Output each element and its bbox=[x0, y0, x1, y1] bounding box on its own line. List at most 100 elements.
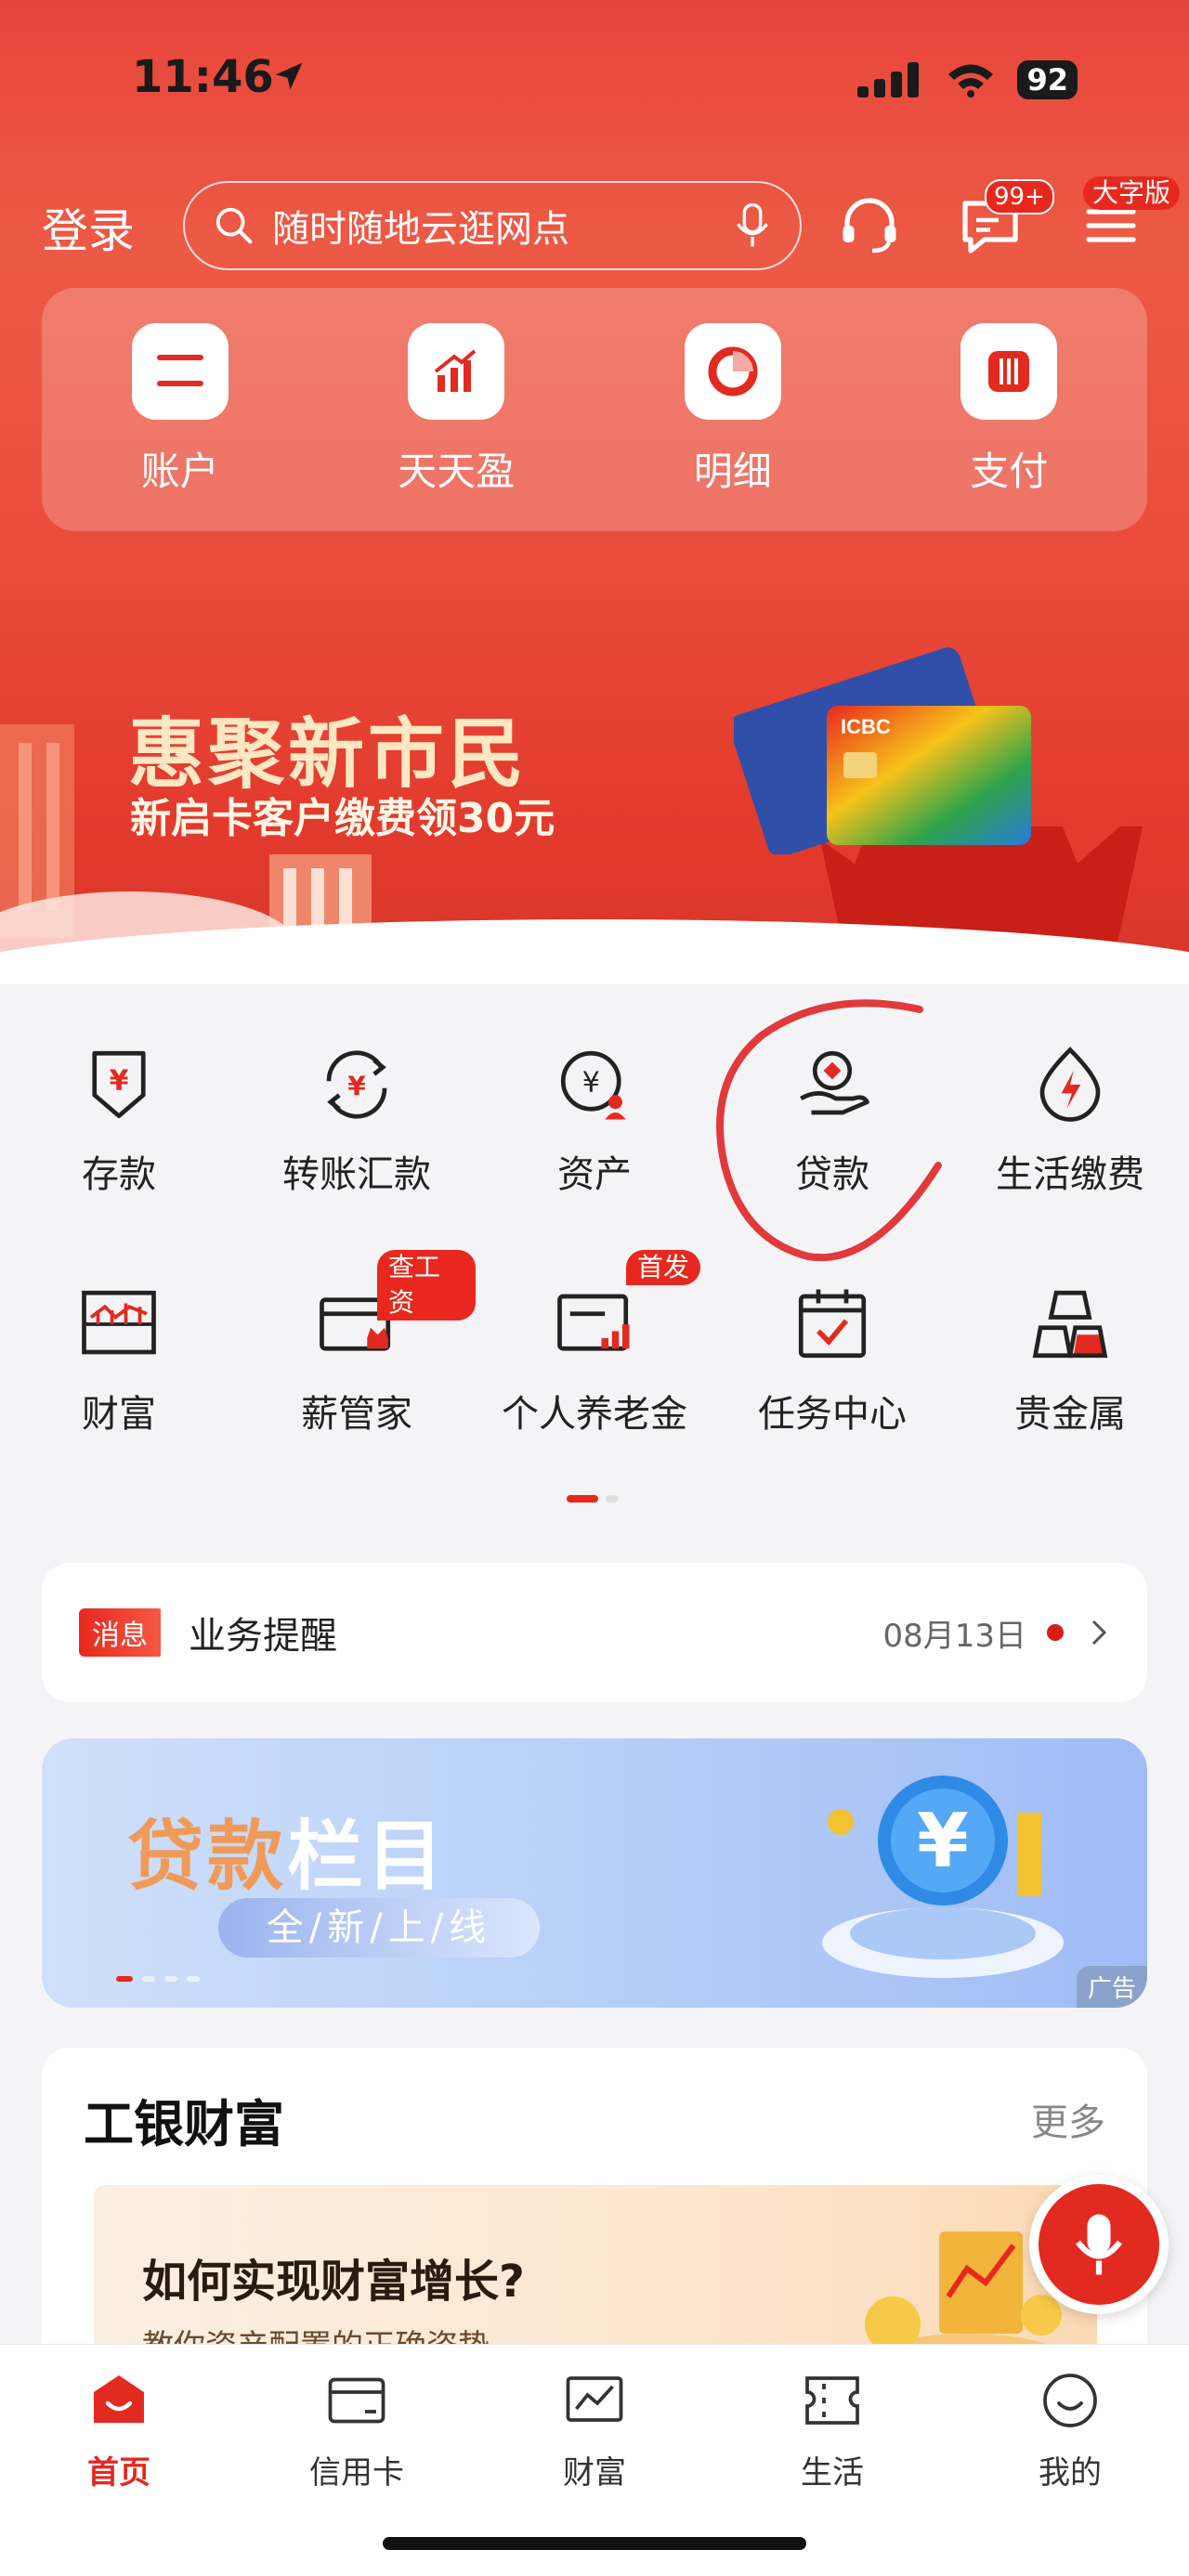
large-font-mode-badge[interactable]: 大字版 bbox=[1082, 176, 1180, 210]
salary-tag-badge: 查工资 bbox=[377, 1250, 476, 1321]
wealth-more-link[interactable]: 更多 bbox=[1031, 2092, 1105, 2146]
menu-salary[interactable]: 查工资 薪管家 bbox=[238, 1250, 476, 1501]
deposit-icon: ¥ bbox=[72, 1038, 165, 1131]
menu-transfer-label: 转账汇款 bbox=[282, 1153, 431, 1196]
transfer-icon: ¥ bbox=[310, 1038, 403, 1131]
smiley-profile-icon bbox=[1035, 2365, 1105, 2436]
svg-text:¥: ¥ bbox=[582, 1067, 600, 1099]
yen-coin-hand-illustration: ¥ bbox=[822, 1776, 1064, 1978]
credit-cards-illustration: ICBC bbox=[734, 647, 1031, 854]
menu-assets[interactable]: ¥ 资产 bbox=[476, 1021, 713, 1261]
account-card-icon bbox=[131, 323, 229, 420]
service-row-2: 财富 查工资 薪管家 首发 个人养老金 任务中心 贵金属 bbox=[0, 1250, 1189, 1501]
cellular-signal-icon bbox=[857, 62, 920, 98]
payment-icon bbox=[960, 323, 1058, 420]
tab-life-label: 生活 bbox=[801, 2454, 864, 2491]
quick-actions-panel: 账户 天天盈 明细 支付 bbox=[42, 288, 1147, 531]
ad-title-part-a: 贷款 bbox=[127, 1813, 288, 1901]
wealth-card-title: 如何实现财富增长? bbox=[142, 2256, 525, 2308]
home-indicator bbox=[383, 2537, 806, 2550]
ad-title-part-b: 栏目 bbox=[287, 1813, 448, 1901]
menu-transfer[interactable]: ¥ 转账汇款 bbox=[238, 1021, 476, 1261]
menu-pension-label: 个人养老金 bbox=[502, 1393, 687, 1436]
ad-carousel-dots bbox=[116, 1976, 200, 1982]
wifi-icon bbox=[948, 64, 994, 98]
wealth-section-title: 工银财富 bbox=[84, 2095, 284, 2153]
menu-utility-label: 生活缴费 bbox=[996, 1153, 1144, 1196]
pension-icon bbox=[548, 1278, 641, 1371]
menu-wealth[interactable]: 财富 bbox=[0, 1261, 238, 1501]
status-bar: 11:46 92 bbox=[0, 51, 1189, 116]
ad-dot bbox=[142, 1976, 155, 1982]
tab-wealth-label: 财富 bbox=[563, 2454, 626, 2491]
menu-precious-metals-label: 贵金属 bbox=[1014, 1393, 1126, 1436]
quick-pay-label: 支付 bbox=[970, 449, 1049, 494]
service-row-1: ¥ 存款 ¥ 转账汇款 ¥ 资产 贷款 生活缴费 bbox=[0, 1021, 1189, 1261]
tab-mine[interactable]: 我的 bbox=[951, 2345, 1189, 2576]
tab-credit-card-label: 信用卡 bbox=[309, 2454, 404, 2491]
microphone-icon bbox=[1039, 2184, 1159, 2305]
status-time: 11:46 bbox=[132, 51, 274, 103]
menu-utility[interactable]: 生活缴费 bbox=[951, 1021, 1189, 1261]
quick-account-label: 账户 bbox=[140, 449, 219, 494]
battery-level: 92 bbox=[1017, 60, 1078, 99]
service-menu-grid: ¥ 存款 ¥ 转账汇款 ¥ 资产 贷款 生活缴费 财富 查工资 薪管家 首发 个… bbox=[0, 1021, 1189, 1501]
message-tag: 消息 bbox=[79, 1608, 161, 1657]
tab-home-label: 首页 bbox=[87, 2454, 150, 2491]
menu-deposit[interactable]: ¥ 存款 bbox=[0, 1021, 238, 1261]
menu-salary-label: 薪管家 bbox=[301, 1393, 412, 1436]
location-arrow-icon bbox=[275, 62, 303, 90]
quick-account[interactable]: 账户 bbox=[87, 323, 273, 497]
quick-tiantianying-label: 天天盈 bbox=[398, 449, 516, 494]
business-reminder-card[interactable]: 消息 业务提醒 08月13日 bbox=[42, 1563, 1147, 1702]
menu-wealth-label: 财富 bbox=[82, 1393, 156, 1436]
ad-subtitle: 全/新/上/线 bbox=[218, 1898, 540, 1958]
ad-label: 广告 bbox=[1076, 1966, 1147, 2008]
customer-service-headset-icon[interactable] bbox=[836, 192, 903, 259]
ad-dot bbox=[164, 1976, 177, 1982]
wealth-icon bbox=[72, 1278, 165, 1371]
pension-tag-badge: 首发 bbox=[626, 1250, 701, 1285]
voice-search-icon[interactable] bbox=[733, 202, 772, 250]
pie-chart-icon bbox=[684, 323, 781, 420]
loan-ad-banner[interactable]: 贷款栏目 全/新/上/线 ¥ 广告 bbox=[42, 1738, 1147, 2008]
login-button[interactable]: 登录 bbox=[42, 194, 135, 261]
credit-card-icon bbox=[321, 2365, 392, 2436]
quick-pay[interactable]: 支付 bbox=[916, 323, 1102, 497]
growth-chart-icon bbox=[408, 323, 505, 420]
task-calendar-icon bbox=[786, 1278, 879, 1371]
tab-home[interactable]: 首页 bbox=[0, 2345, 238, 2576]
quick-details-label: 明细 bbox=[693, 449, 772, 494]
page-dot bbox=[606, 1495, 619, 1503]
voice-assistant-button[interactable] bbox=[1029, 2175, 1169, 2314]
svg-text:ICBC: ICBC bbox=[841, 715, 891, 738]
unread-dot bbox=[1047, 1624, 1064, 1641]
gold-bars-icon bbox=[1024, 1278, 1117, 1371]
tab-mine-label: 我的 bbox=[1039, 2454, 1102, 2491]
hero-banner-subtitle: 新启卡客户缴费领30元 bbox=[130, 795, 555, 842]
page-dot-active bbox=[567, 1495, 598, 1503]
menu-pension[interactable]: 首发 个人养老金 bbox=[476, 1250, 713, 1501]
search-bar[interactable]: 随时随地云逛网点 bbox=[183, 181, 802, 270]
menu-assets-label: 资产 bbox=[557, 1153, 632, 1196]
search-placeholder: 随时随地云逛网点 bbox=[272, 208, 569, 251]
assets-icon: ¥ bbox=[548, 1038, 641, 1131]
search-icon bbox=[216, 207, 253, 244]
svg-text:¥: ¥ bbox=[110, 1065, 129, 1098]
quick-details[interactable]: 明细 bbox=[640, 323, 826, 497]
chevron-right-icon bbox=[1091, 1620, 1107, 1646]
highlight-circle-annotation bbox=[716, 999, 942, 1262]
wealth-trend-icon bbox=[559, 2365, 630, 2436]
ad-dot bbox=[187, 1976, 200, 1982]
message-date: 08月13日 bbox=[882, 1617, 1026, 1655]
menu-task-center-label: 任务中心 bbox=[758, 1393, 907, 1436]
top-bar: 登录 随时随地云逛网点 99+ bbox=[0, 179, 1189, 270]
menu-deposit-label: 存款 bbox=[82, 1153, 156, 1196]
quick-tiantianying[interactable]: 天天盈 bbox=[363, 323, 549, 497]
hero-section: ICBC 11:46 92 登录 随时随地云逛网点 99+ 大字版 账户 天天盈… bbox=[0, 0, 1189, 984]
ad-dot-active bbox=[116, 1976, 133, 1982]
menu-task-center[interactable]: 任务中心 bbox=[713, 1261, 951, 1501]
menu-precious-metals[interactable]: 贵金属 bbox=[951, 1261, 1189, 1501]
message-count-badge: 99+ bbox=[985, 179, 1054, 215]
menu-page-indicator bbox=[567, 1495, 619, 1503]
